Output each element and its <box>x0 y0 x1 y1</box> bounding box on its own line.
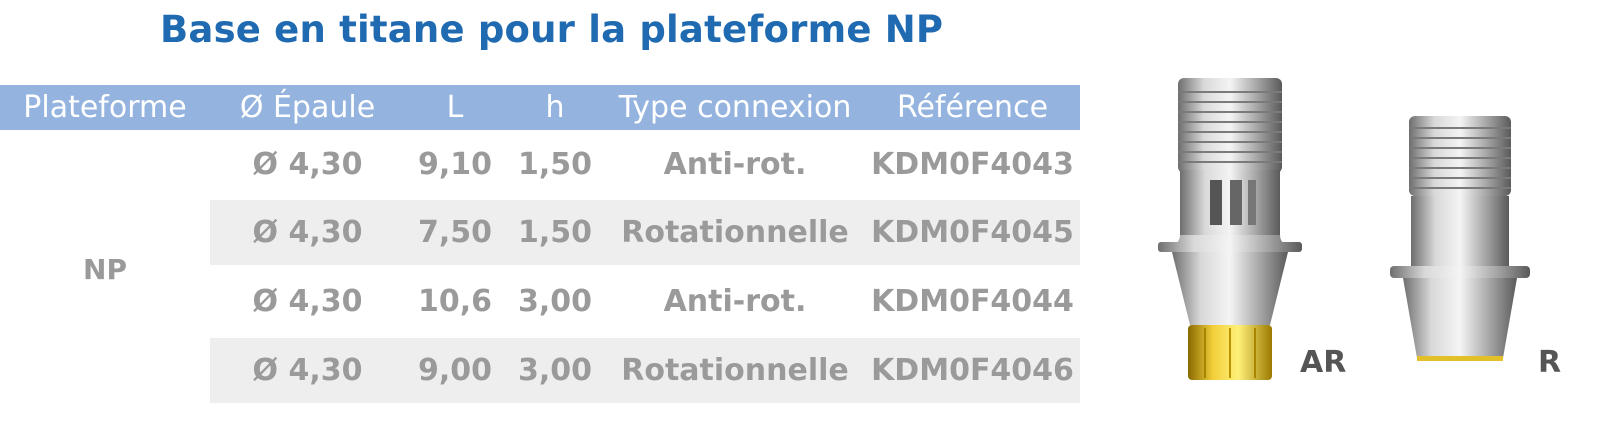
product-label-ar: AR <box>1300 345 1347 380</box>
l-cell: 7,50 <box>417 215 493 250</box>
titanium-base-rotational-image <box>1385 110 1535 370</box>
header-type-connexion: Type connexion <box>618 90 852 125</box>
page-title: Base en titane pour la plateforme NP <box>160 8 944 51</box>
reference-cell: KDM0F4044 <box>871 284 1074 319</box>
type-cell: Anti-rot. <box>663 284 807 319</box>
h-cell: 3,00 <box>517 353 593 388</box>
product-label-r: R <box>1538 345 1562 380</box>
header-epaule: Ø Épaule <box>239 90 376 125</box>
header-h: h <box>545 90 565 125</box>
header-plateforme: Plateforme <box>23 90 187 125</box>
epaule-cell: Ø 4,30 <box>252 353 363 388</box>
l-cell: 9,10 <box>417 147 493 182</box>
h-cell: 3,00 <box>517 284 593 319</box>
type-cell: Rotationnelle <box>621 215 849 250</box>
titanium-base-anti-rotation-image <box>1150 70 1310 390</box>
reference-cell: KDM0F4046 <box>871 353 1074 388</box>
h-cell: 1,50 <box>517 147 593 182</box>
epaule-cell: Ø 4,30 <box>252 215 363 250</box>
reference-cell: KDM0F4043 <box>871 147 1074 182</box>
type-cell: Anti-rot. <box>663 147 807 182</box>
header-l: L <box>446 90 464 125</box>
header-reference: Référence <box>896 90 1049 125</box>
platform-cell: NP <box>83 253 127 286</box>
epaule-cell: Ø 4,30 <box>252 147 363 182</box>
reference-cell: KDM0F4045 <box>871 215 1074 250</box>
h-cell: 1,50 <box>517 215 593 250</box>
type-cell: Rotationnelle <box>621 353 849 388</box>
l-cell: 9,00 <box>417 353 493 388</box>
l-cell: 10,6 <box>417 284 493 319</box>
epaule-cell: Ø 4,30 <box>252 284 363 319</box>
